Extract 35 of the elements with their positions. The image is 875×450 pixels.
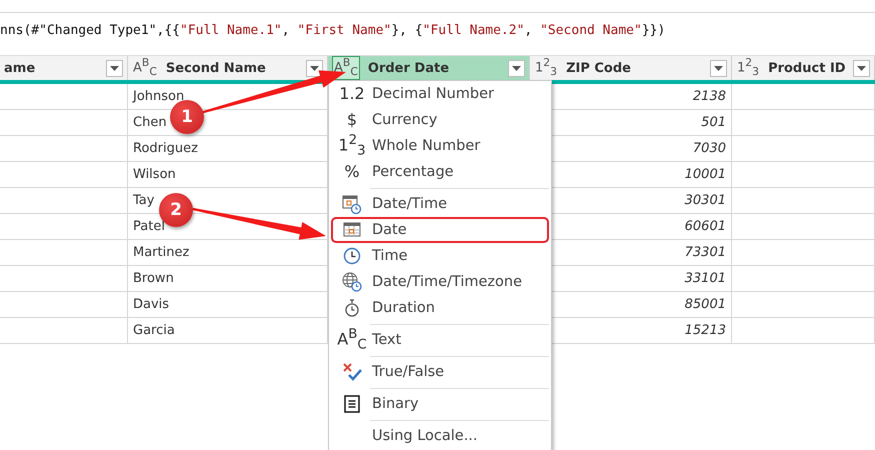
dropdown-button[interactable] <box>508 60 525 76</box>
type-icon: % <box>344 164 360 180</box>
step-badge: 1 <box>170 100 204 134</box>
column-name: Order Date <box>368 60 450 76</box>
clock-icon <box>343 247 361 265</box>
column-name: ame <box>4 60 36 76</box>
caret-icon <box>512 66 521 70</box>
type-icon: 1.2 <box>339 86 365 102</box>
caret-icon <box>714 66 723 70</box>
dropdown-button[interactable] <box>710 60 727 76</box>
menu-item[interactable]: True/False <box>331 359 549 385</box>
menu-item[interactable]: Date <box>331 217 549 243</box>
calendar-clock-icon <box>342 194 362 214</box>
column-header[interactable]: 1$^{2}$$_{3}$ Product ID <box>732 55 875 80</box>
column-name: Second Name <box>166 60 267 76</box>
menu-item[interactable]: Binary <box>331 391 549 417</box>
column-header[interactable]: 1$^{2}$$_{3}$ ZIP Code <box>530 55 732 80</box>
column-header[interactable]: A$^{B}$$_{C}$ Second Name <box>128 55 328 80</box>
column-header[interactable]: A$^{B}$$_{C}$ Order Date <box>328 55 530 80</box>
column-name: ZIP Code <box>566 60 632 76</box>
dropdown-button[interactable] <box>853 60 870 76</box>
column-header[interactable]: ame <box>0 55 128 80</box>
caret-icon <box>857 66 866 70</box>
menu-item[interactable]: Using Locale... <box>331 423 549 449</box>
type-icon: $ <box>346 112 358 128</box>
calendar-icon <box>343 222 361 238</box>
formula-text[interactable]: nns(#"Changed Type1",{{"Full Name.1", "First Name"}, {"Full Name.2", "Second Name"}}) <box>0 13 875 47</box>
caret-icon <box>110 66 119 70</box>
dropdown-button[interactable] <box>306 60 323 76</box>
column-name: Product ID <box>768 60 847 76</box>
stopwatch-icon <box>344 299 360 317</box>
globe-clock-icon <box>342 272 362 292</box>
cross-check-icon <box>342 363 362 381</box>
dropdown-button[interactable] <box>106 60 123 76</box>
document-icon <box>344 395 360 413</box>
